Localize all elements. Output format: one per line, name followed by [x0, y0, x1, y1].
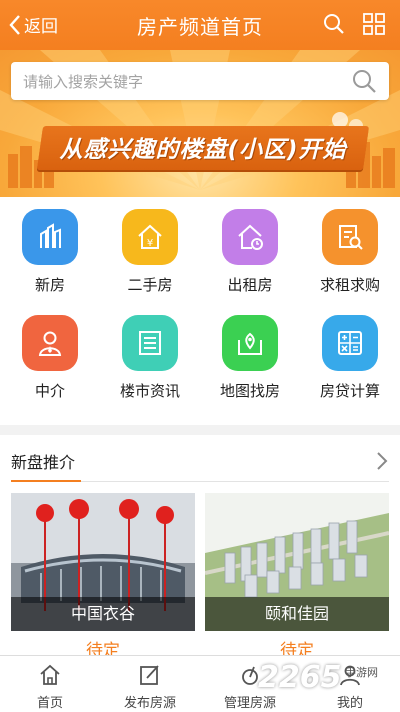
- category-second-hand-house[interactable]: ¥ 二手房: [100, 197, 200, 294]
- project-name: 中国衣谷: [11, 597, 195, 631]
- chevron-left-icon: [9, 14, 20, 35]
- header-bar: 返回 房产频道首页: [0, 0, 400, 50]
- section-title: 新盘推介: [11, 453, 76, 472]
- wanted-icon: [322, 209, 378, 265]
- banner-slogan: 从感兴趣的楼盘(小区)开始: [59, 137, 347, 163]
- project-card[interactable]: 中国衣谷 待定: [11, 493, 195, 661]
- watermark-sub: 手游网: [345, 666, 378, 679]
- search-box: [11, 62, 389, 102]
- back-button[interactable]: 返回: [8, 12, 58, 37]
- category-grid: 新房 ¥ 二手房 出租房 求租求购 中介 楼市资讯 地图找房 房贷计算: [0, 197, 400, 425]
- back-label: 返回: [24, 17, 58, 37]
- tab-label: 发布房源: [123, 696, 176, 711]
- new-house-icon: [22, 209, 78, 265]
- svg-text:¥: ¥: [147, 238, 153, 249]
- grid-menu-icon[interactable]: [362, 12, 386, 36]
- section-title-underline: [11, 480, 81, 482]
- category-label: 出租房: [227, 276, 273, 294]
- watermark: 2265: [258, 660, 342, 695]
- tab-label: 首页: [36, 696, 63, 711]
- tab-publish-listing[interactable]: 发布房源: [100, 656, 200, 712]
- rental-house-icon: [222, 209, 278, 265]
- category-label: 求租求购: [319, 276, 380, 294]
- map-icon: [222, 315, 278, 371]
- category-agent[interactable]: 中介: [0, 303, 100, 400]
- category-label: 二手房: [127, 276, 173, 294]
- search-icon[interactable]: [322, 12, 346, 36]
- category-label: 房贷计算: [319, 382, 380, 400]
- category-rental-house[interactable]: 出租房: [200, 197, 300, 294]
- category-label: 中介: [34, 382, 65, 400]
- second-hand-house-icon: ¥: [122, 209, 178, 265]
- category-label: 地图找房: [219, 382, 280, 400]
- project-card[interactable]: 颐和佳园 待定: [205, 493, 389, 661]
- edit-icon: [140, 665, 159, 685]
- new-projects-section: 新盘推介 中国衣谷 待定 颐和佳园 待定: [0, 435, 400, 661]
- category-label: 楼市资讯: [119, 382, 180, 400]
- tab-home[interactable]: 首页: [0, 656, 100, 712]
- chevron-right-icon[interactable]: [376, 451, 388, 471]
- search-icon[interactable]: [351, 68, 377, 94]
- news-icon: [122, 315, 178, 371]
- category-calculator[interactable]: 房贷计算: [300, 303, 400, 400]
- category-news[interactable]: 楼市资讯: [100, 303, 200, 400]
- project-name: 颐和佳园: [205, 597, 389, 631]
- banner: 从感兴趣的楼盘(小区)开始: [0, 50, 400, 197]
- category-wanted[interactable]: 求租求购: [300, 197, 400, 294]
- home-icon: [40, 664, 60, 685]
- calculator-icon: [322, 315, 378, 371]
- category-map[interactable]: 地图找房: [200, 303, 300, 400]
- agent-icon: [22, 315, 78, 371]
- category-new-house[interactable]: 新房: [0, 197, 100, 294]
- search-input[interactable]: [11, 62, 345, 102]
- category-label: 新房: [34, 276, 65, 294]
